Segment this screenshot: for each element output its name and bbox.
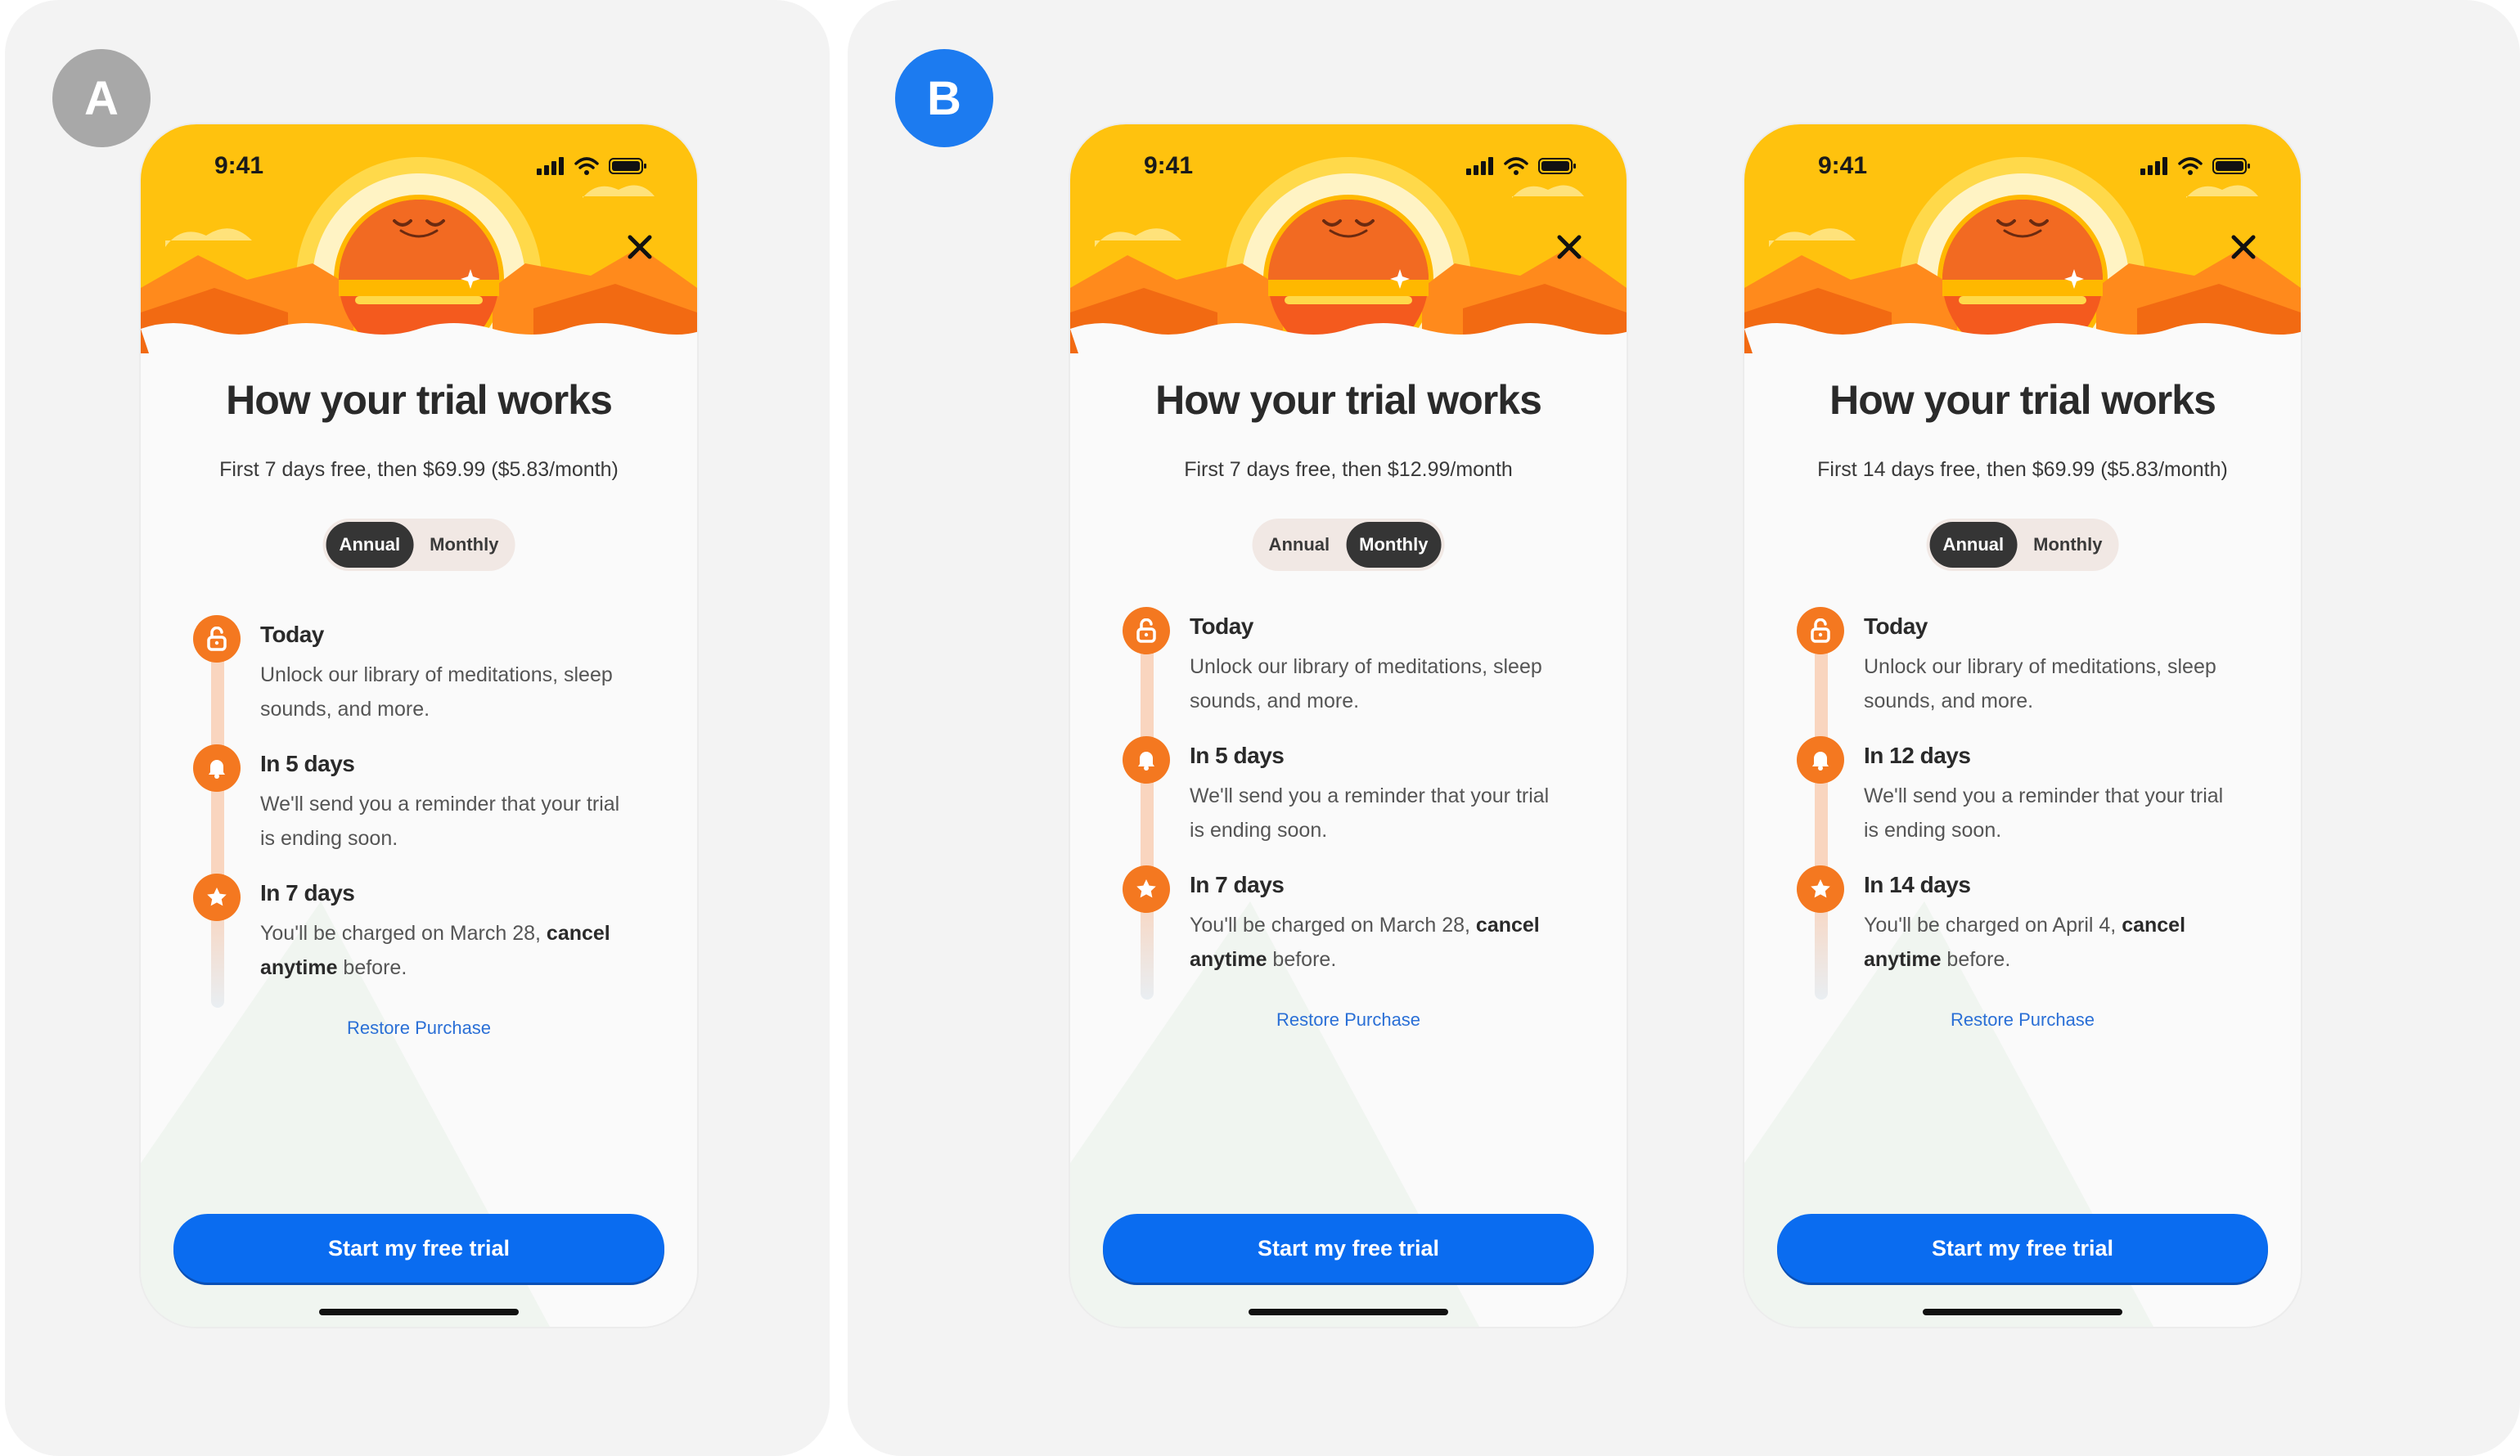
toggle-annual[interactable]: Annual xyxy=(1256,522,1343,568)
step-desc-text: Unlock our library of meditations, sleep… xyxy=(260,663,613,721)
trial-timeline: Today Unlock our library of meditations,… xyxy=(190,615,664,1024)
step-description: Unlock our library of meditations, sleep… xyxy=(1190,649,1566,718)
step-title: In 5 days xyxy=(260,751,355,776)
variant-b-badge: B xyxy=(895,49,993,147)
battery-icon xyxy=(1538,158,1576,174)
wifi-icon xyxy=(2178,157,2203,175)
close-icon xyxy=(1557,235,1582,259)
lock-open-icon xyxy=(1797,607,1844,654)
start-trial-button[interactable]: Start my free trial xyxy=(1103,1214,1594,1283)
step-description: We'll send you a reminder that your tria… xyxy=(1190,779,1566,847)
step-desc-text: You'll be charged on March 28, xyxy=(1190,914,1470,937)
step-description: We'll send you a reminder that your tria… xyxy=(260,787,637,856)
step-desc-text: We'll send you a reminder that your tria… xyxy=(260,793,620,850)
close-icon xyxy=(2231,235,2256,259)
toggle-annual[interactable]: Annual xyxy=(1929,522,2018,568)
plan-toggle: Annual Monthly xyxy=(1926,519,2119,571)
step-description: You'll be charged on March 28, cancel an… xyxy=(260,916,637,985)
variant-a-panel: A 9:41 How your trial works First 7 days… xyxy=(5,0,830,1456)
bell-icon xyxy=(193,744,241,792)
battery-icon xyxy=(2212,158,2250,174)
variant-b-panel: B 9:41 How your trial works First 7 days… xyxy=(848,0,2520,1456)
phone-screen: 9:41 How your trial works First 14 days … xyxy=(1744,124,2301,1327)
step-title: Today xyxy=(1864,613,1928,639)
step-desc-tail: before. xyxy=(337,956,407,979)
pricing-subtitle: First 7 days free, then $12.99/month xyxy=(1184,458,1513,481)
toggle-monthly[interactable]: Monthly xyxy=(1346,522,1442,568)
page-title: How your trial works xyxy=(226,377,613,423)
bell-icon xyxy=(1797,736,1844,784)
step-description: Unlock our library of meditations, sleep… xyxy=(260,658,637,726)
step-title: In 14 days xyxy=(1864,872,1971,897)
signal-icon xyxy=(2140,157,2167,175)
step-desc-tail: before. xyxy=(1941,948,2011,971)
status-time: 9:41 xyxy=(214,152,264,179)
wifi-icon xyxy=(574,157,599,175)
star-icon xyxy=(193,874,241,921)
step-desc-text: We'll send you a reminder that your tria… xyxy=(1864,784,2224,842)
step-description: We'll send you a reminder that your tria… xyxy=(1864,779,2240,847)
start-trial-button[interactable]: Start my free trial xyxy=(1777,1214,2268,1283)
status-time: 9:41 xyxy=(1144,152,1194,179)
restore-purchase-link[interactable]: Restore Purchase xyxy=(1744,1009,2301,1031)
step-desc-tail: before. xyxy=(1267,948,1337,971)
variant-a-label: A xyxy=(84,71,119,125)
step-title: Today xyxy=(260,622,324,647)
status-bar-icons xyxy=(537,157,648,175)
variant-b-label: B xyxy=(927,71,961,125)
lock-open-icon xyxy=(1123,607,1170,654)
phone-screen: 9:41 How your trial works First 7 days f… xyxy=(141,124,697,1327)
page-title: How your trial works xyxy=(1155,377,1542,423)
plan-toggle: Annual Monthly xyxy=(322,519,515,571)
pricing-subtitle: First 14 days free, then $69.99 ($5.83/m… xyxy=(1817,458,2228,481)
close-button[interactable] xyxy=(615,222,664,272)
battery-icon xyxy=(609,158,646,174)
trial-timeline: Today Unlock our library of meditations,… xyxy=(1793,607,2268,1016)
step-title: In 5 days xyxy=(1190,743,1285,768)
home-indicator xyxy=(319,1309,519,1315)
step-desc-text: We'll send you a reminder that your tria… xyxy=(1190,784,1550,842)
status-bar-icons xyxy=(1466,157,1577,175)
status-time: 9:41 xyxy=(1818,152,1868,179)
status-bar-icons xyxy=(2140,157,2252,175)
toggle-annual[interactable]: Annual xyxy=(326,522,414,568)
phone-screen: 9:41 How your trial works First 7 days f… xyxy=(1070,124,1627,1327)
star-icon xyxy=(1797,865,1844,913)
star-icon xyxy=(1123,865,1170,913)
trial-timeline: Today Unlock our library of meditations,… xyxy=(1119,607,1594,1016)
variant-a-badge: A xyxy=(52,49,151,147)
lock-open-icon xyxy=(193,615,241,663)
pricing-subtitle: First 7 days free, then $69.99 ($5.83/mo… xyxy=(219,458,619,481)
step-title: In 7 days xyxy=(260,880,355,906)
home-indicator xyxy=(1923,1309,2122,1315)
step-description: You'll be charged on March 28, cancel an… xyxy=(1190,908,1566,977)
home-indicator xyxy=(1249,1309,1448,1315)
step-description: You'll be charged on April 4, cancel any… xyxy=(1864,908,2240,977)
bell-icon xyxy=(1123,736,1170,784)
close-icon xyxy=(628,235,652,259)
close-button[interactable] xyxy=(2219,222,2268,272)
signal-icon xyxy=(1466,157,1493,175)
toggle-monthly[interactable]: Monthly xyxy=(2020,522,2115,568)
step-title: Today xyxy=(1190,613,1253,639)
timeline-track xyxy=(1141,623,1154,1000)
plan-toggle: Annual Monthly xyxy=(1252,519,1445,571)
page-title: How your trial works xyxy=(1829,377,2216,423)
timeline-track xyxy=(1815,623,1828,1000)
step-title: In 12 days xyxy=(1864,743,1971,768)
step-title: In 7 days xyxy=(1190,872,1285,897)
toggle-monthly[interactable]: Monthly xyxy=(416,522,511,568)
step-desc-text: You'll be charged on March 28, xyxy=(260,922,541,945)
signal-icon xyxy=(537,157,564,175)
close-button[interactable] xyxy=(1545,222,1594,272)
step-desc-text: You'll be charged on April 4, xyxy=(1864,914,2117,937)
restore-purchase-link[interactable]: Restore Purchase xyxy=(141,1018,697,1039)
start-trial-button[interactable]: Start my free trial xyxy=(173,1214,664,1283)
step-description: Unlock our library of meditations, sleep… xyxy=(1864,649,2240,718)
restore-purchase-link[interactable]: Restore Purchase xyxy=(1070,1009,1627,1031)
step-desc-text: Unlock our library of meditations, sleep… xyxy=(1864,655,2216,712)
step-desc-text: Unlock our library of meditations, sleep… xyxy=(1190,655,1542,712)
wifi-icon xyxy=(1504,157,1528,175)
timeline-track xyxy=(211,631,224,1008)
